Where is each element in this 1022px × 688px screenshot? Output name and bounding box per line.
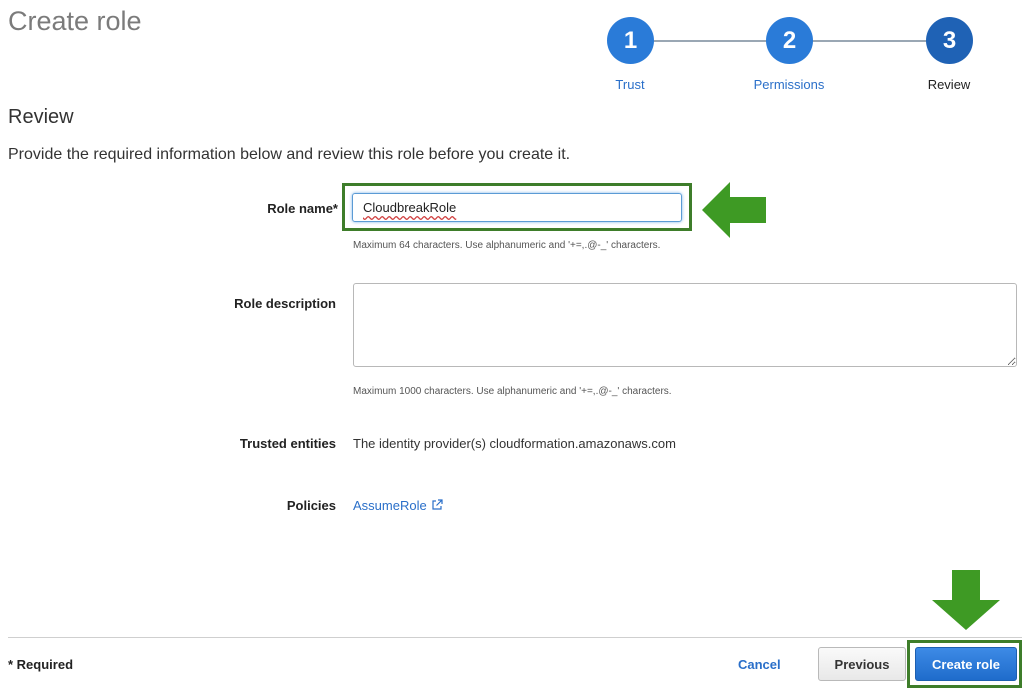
- section-description: Provide the required information below a…: [8, 146, 571, 163]
- role-name-hint: Maximum 64 characters. Use alphanumeric …: [353, 240, 661, 251]
- trusted-entities-label: Trusted entities: [239, 436, 336, 451]
- section-heading: Review: [8, 106, 74, 128]
- required-note: * Required: [8, 657, 74, 672]
- create-role-button[interactable]: Create role: [915, 647, 1017, 681]
- step-permissions-link[interactable]: Permissions: [729, 77, 849, 92]
- step-2-circle[interactable]: 2: [766, 17, 813, 64]
- policy-link-text[interactable]: AssumeRole: [353, 498, 427, 513]
- cancel-button[interactable]: Cancel: [738, 657, 781, 672]
- role-name-input[interactable]: CloudbreakRole: [352, 193, 682, 222]
- trusted-entities-value: The identity provider(s) cloudformation.…: [353, 436, 676, 451]
- step-1-circle[interactable]: 1: [607, 17, 654, 64]
- pointer-arrow-down-icon: [932, 570, 1000, 630]
- step-connector: [652, 40, 768, 42]
- role-description-hint: Maximum 1000 characters. Use alphanumeri…: [353, 386, 672, 397]
- step-connector: [812, 40, 930, 42]
- footer-divider: [8, 637, 1022, 638]
- role-description-textarea[interactable]: [353, 283, 1017, 367]
- external-link-icon: [432, 499, 443, 510]
- pointer-arrow-icon: [702, 182, 766, 238]
- previous-button[interactable]: Previous: [818, 647, 906, 681]
- step-3-circle: 3: [926, 17, 973, 64]
- policy-link[interactable]: AssumeRole: [353, 498, 443, 513]
- step-trust-link[interactable]: Trust: [570, 77, 690, 92]
- policies-label: Policies: [286, 498, 336, 513]
- step-review-label: Review: [927, 77, 971, 92]
- role-name-label: Role name*: [267, 201, 338, 216]
- role-description-label: Role description: [234, 296, 336, 311]
- wizard-stepper: 1 2 3 Trust Permissions Review: [0, 0, 1022, 100]
